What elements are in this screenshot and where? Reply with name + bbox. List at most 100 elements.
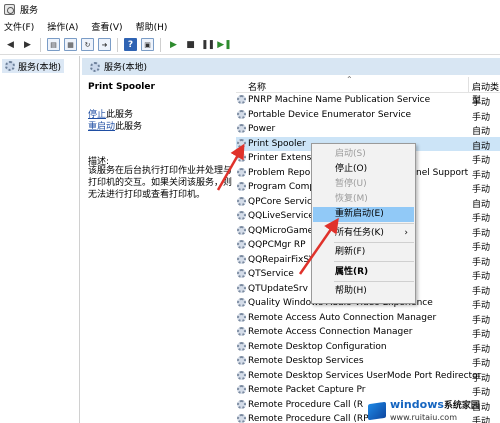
- context-menu-item-label: 刷新(F): [335, 247, 366, 257]
- context-menu-separator: [334, 242, 414, 243]
- service-startup-cell: 自动: [472, 199, 491, 210]
- table-row[interactable]: Remote Access Auto Connection Manager 手动: [236, 311, 500, 326]
- service-name-cell: QTUpdateSrv: [248, 283, 308, 294]
- service-startup-cell: 手动: [472, 344, 491, 355]
- context-menu: 启动(S) 停止(O) 暂停(U) 恢复(M) 重新启动(E) 所有任务(K) › 刷新(F)…: [311, 143, 416, 304]
- service-gear-icon: [237, 370, 246, 380]
- service-name-cell: QQMicroGame: [248, 225, 314, 236]
- service-name-cell: Remote Packet Capture Pr: [248, 385, 366, 395]
- service-gear-icon: [237, 95, 246, 104]
- pause-service-icon[interactable]: ❚❚: [201, 38, 215, 51]
- table-row[interactable]: Remote Desktop Services UserMode Port Re…: [236, 369, 500, 384]
- tree-node-services-local[interactable]: 服务(本地): [2, 59, 65, 73]
- export-list-icon[interactable]: ➜: [98, 38, 111, 51]
- service-name-cell: QPCore Service: [248, 196, 318, 207]
- service-name-cell: Remote Procedure Call (RP: [248, 414, 369, 423]
- context-menu-separator: [334, 261, 414, 262]
- service-name-cell: QQLiveService: [248, 211, 314, 221]
- menu-file[interactable]: 文件(F): [4, 20, 34, 33]
- properties-icon[interactable]: ▣: [141, 38, 154, 51]
- tree-node-label: 服务(本地): [18, 62, 62, 73]
- table-row[interactable]: PNRP Machine Name Publication Service 手动: [236, 93, 500, 108]
- help-icon[interactable]: ?: [124, 38, 137, 51]
- context-menu-item-label: 重新启动(E): [335, 209, 384, 219]
- menu-view[interactable]: 查看(V): [91, 20, 122, 33]
- context-menu-item[interactable]: 重新启动(E): [313, 207, 414, 222]
- pane-header: 服务(本地): [82, 58, 500, 75]
- table-row[interactable]: Remote Access Connection Manager 手动: [236, 325, 500, 340]
- service-name-cell: QQRepairFixSV: [248, 254, 316, 265]
- service-name-cell: Remote Access Connection Manager: [248, 327, 413, 337]
- table-row[interactable]: Remote Packet Capture Pr 手动: [236, 383, 500, 398]
- service-name-cell: Portable Device Enumerator Service: [248, 109, 412, 120]
- service-gear-icon: [237, 196, 246, 206]
- column-header-name[interactable]: 名称: [248, 80, 266, 93]
- service-gear-icon: [237, 385, 246, 394]
- context-menu-separator: [334, 223, 414, 224]
- arrow-left-icon[interactable]: ◀: [4, 38, 17, 51]
- gear-icon: [5, 61, 15, 71]
- watermark-brand-cn: 系统家园: [443, 400, 480, 411]
- context-menu-item-label: 停止(O): [335, 164, 368, 174]
- chevron-right-icon: ›: [404, 228, 408, 238]
- service-gear-icon: [237, 269, 246, 278]
- table-row[interactable]: Remote Desktop Configuration 手动: [236, 340, 500, 355]
- menu-help[interactable]: 帮助(H): [136, 20, 168, 33]
- context-menu-item[interactable]: 停止(O): [313, 162, 414, 177]
- restart-service-suffix: 此服务: [115, 122, 143, 132]
- context-menu-item[interactable]: 属性(R): [313, 265, 414, 280]
- column-divider[interactable]: [468, 77, 469, 92]
- service-gear-icon: [237, 327, 246, 336]
- console-tree-icon[interactable]: ▤: [47, 38, 60, 51]
- arrow-right-icon[interactable]: ▶: [21, 38, 34, 51]
- toolbar: ◀ ▶ ▤ ▦ ↻ ➜ ? ▣ ▶ ■ ❚❚ ▶❚: [0, 35, 500, 55]
- context-menu-item: 启动(S): [313, 147, 414, 162]
- service-startup-cell: 手动: [472, 98, 491, 108]
- service-startup-cell: 手动: [472, 214, 491, 224]
- refresh-icon[interactable]: ↻: [81, 38, 94, 51]
- restart-service-line: 重启动此服务: [88, 119, 142, 132]
- context-menu-item[interactable]: 所有任务(K) ›: [313, 226, 414, 241]
- context-menu-item-label: 暂停(U): [335, 179, 367, 189]
- table-row[interactable]: Portable Device Enumerator Service 手动: [236, 108, 500, 123]
- service-gear-icon: [237, 109, 246, 119]
- service-name-cell: PNRP Machine Name Publication Service: [248, 95, 431, 105]
- restart-service-link[interactable]: 重启动: [88, 122, 115, 132]
- service-gear-icon: [237, 254, 246, 264]
- show-list-icon[interactable]: ▦: [64, 38, 77, 51]
- service-gear-icon: [237, 341, 246, 351]
- service-gear-icon: [237, 225, 246, 235]
- service-name-cell: Print Spooler: [248, 138, 306, 149]
- service-startup-cell: 手动: [472, 170, 491, 181]
- context-menu-item[interactable]: 刷新(F): [313, 245, 414, 260]
- service-startup-cell: 手动: [472, 243, 491, 253]
- context-menu-item[interactable]: 帮助(H): [313, 284, 414, 299]
- service-name-cell: Remote Access Auto Connection Manager: [248, 312, 437, 323]
- service-startup-cell: 手动: [472, 156, 491, 166]
- context-menu-item-label: 帮助(H): [335, 286, 367, 296]
- service-gear-icon: [237, 124, 246, 133]
- selected-service-name: Print Spooler: [88, 82, 155, 92]
- service-startup-cell: 手动: [472, 301, 491, 311]
- context-menu-item: 暂停(U): [313, 177, 414, 192]
- stop-service-icon[interactable]: ■: [184, 38, 197, 51]
- service-name-cell: Program Comp: [248, 182, 316, 192]
- service-gear-icon: [237, 414, 246, 423]
- service-gear-icon: [237, 182, 246, 191]
- windows-logo-icon: [368, 401, 386, 420]
- service-name-cell: Remote Procedure Call (R: [248, 399, 364, 410]
- service-name-cell: Remote Desktop Services UserMode Port Re…: [248, 370, 482, 381]
- table-row[interactable]: Remote Desktop Services 手动: [236, 354, 500, 369]
- start-service-icon[interactable]: ▶: [167, 38, 180, 51]
- menu-action[interactable]: 操作(A): [47, 20, 78, 33]
- service-name-cell: QQPCMgr RP: [248, 240, 306, 250]
- pane-header-title: 服务(本地): [104, 63, 148, 73]
- services-list-header: 名称 ⌃ 启动类型: [236, 75, 500, 106]
- restart-service-icon[interactable]: ▶❚: [217, 38, 231, 51]
- service-gear-icon: [237, 283, 246, 293]
- sort-ascending-icon: ⌃: [346, 75, 353, 84]
- service-startup-cell: 手动: [472, 185, 491, 195]
- gear-icon: [90, 61, 100, 72]
- service-details-pane: Print Spooler 停止此服务 重启动此服务 描述: 该服务在后台执行打…: [88, 80, 236, 420]
- table-row[interactable]: Power 自动: [236, 122, 500, 137]
